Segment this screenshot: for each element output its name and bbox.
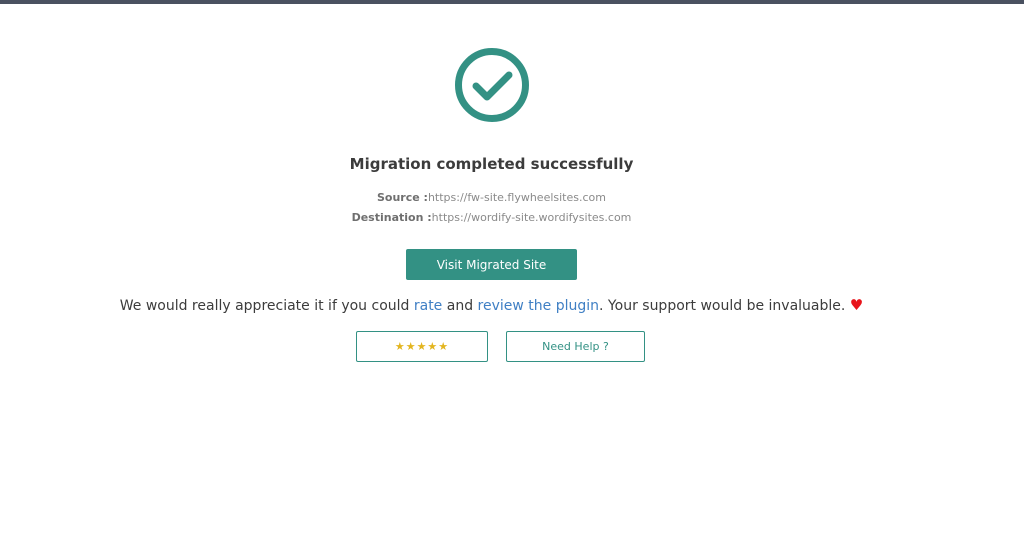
source-label: Source : xyxy=(377,191,428,204)
appreciation-middle: and xyxy=(442,298,478,314)
source-value: https://fw-site.flywheelsites.com xyxy=(427,191,606,204)
check-circle-icon xyxy=(455,48,529,122)
destination-label: Destination : xyxy=(351,211,432,224)
destination-info: Destination :https://wordify-site.wordif… xyxy=(0,211,983,224)
appreciation-suffix: . Your support would be invaluable. xyxy=(599,298,850,314)
destination-value: https://wordify-site.wordifysites.com xyxy=(431,211,632,224)
visit-migrated-site-button[interactable]: Visit Migrated Site xyxy=(406,249,577,280)
page-title: Migration completed successfully xyxy=(349,155,634,173)
rate-plugin-button[interactable]: ★★★★★ xyxy=(356,331,488,362)
five-stars-icon: ★★★★★ xyxy=(394,340,450,353)
top-bar xyxy=(0,0,1024,4)
heart-icon: ♥ xyxy=(849,296,864,314)
appreciation-prefix: We would really appreciate it if you cou… xyxy=(119,298,414,314)
rate-link[interactable]: rate xyxy=(414,298,442,314)
need-help-button[interactable]: Need Help ? xyxy=(506,331,645,362)
review-plugin-link[interactable]: review the plugin xyxy=(478,298,599,314)
migration-complete-page: Migration completed successfully Source … xyxy=(0,0,1024,545)
appreciation-message: We would really appreciate it if you cou… xyxy=(0,296,983,314)
source-info: Source :https://fw-site.flywheelsites.co… xyxy=(0,191,983,204)
